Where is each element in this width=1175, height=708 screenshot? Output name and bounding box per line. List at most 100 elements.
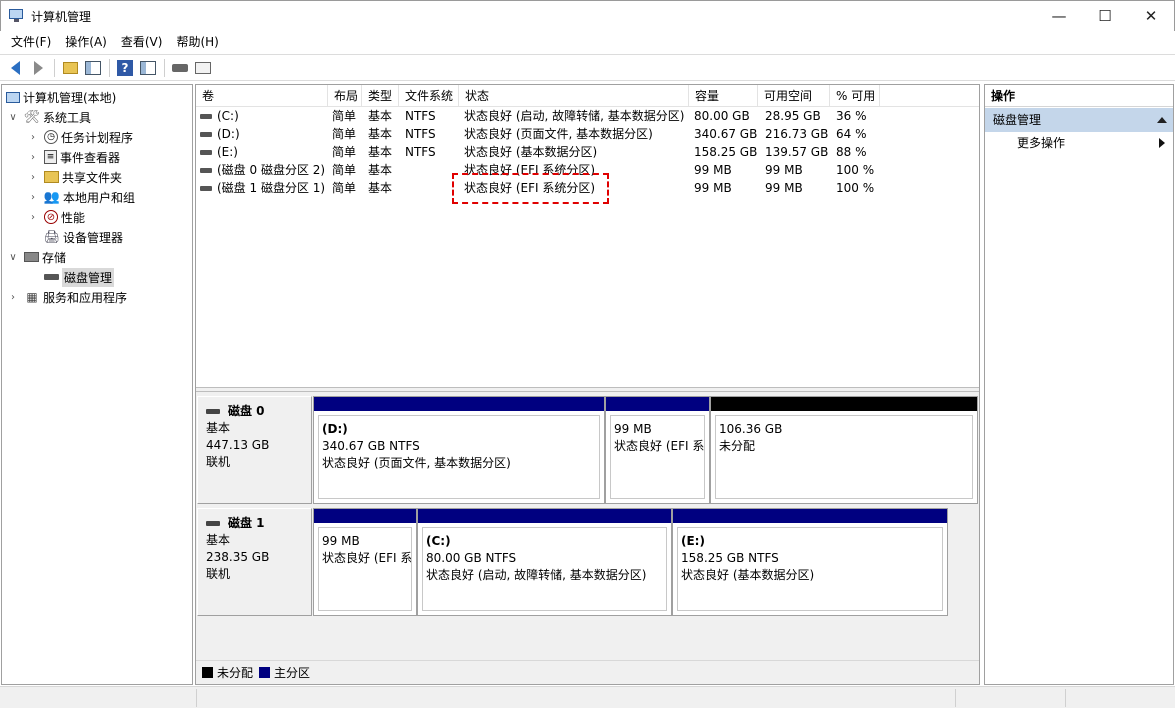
- partition-unallocated[interactable]: 106.36 GB 未分配: [710, 396, 978, 504]
- menu-file[interactable]: 文件(F): [4, 31, 58, 53]
- disk-graphical-view: 磁盘 0 基本 447.13 GB 联机 (D:) 340.67 GB NTFS…: [196, 392, 979, 684]
- disk-icon: [206, 521, 220, 526]
- tree-item-shared-folders[interactable]: › 共享文件夹: [28, 167, 122, 187]
- partition-efi-disk1[interactable]: 99 MB 状态良好 (EFI 系: [313, 508, 417, 616]
- partition-size: 340.67 GB NTFS: [322, 439, 420, 453]
- chevron-down-icon[interactable]: ∨: [8, 252, 18, 263]
- tree-item-label: 本地用户和组: [63, 190, 136, 205]
- table-row[interactable]: (C:) 简单 基本 NTFS 状态良好 (启动, 故障转储, 基本数据分区) …: [196, 107, 979, 125]
- tree-item-system-tools[interactable]: ∨ 🛠 系统工具: [8, 107, 91, 127]
- layout-cell: 简单: [332, 109, 357, 123]
- capacity-cell: 99 MB: [694, 163, 732, 177]
- menu-view[interactable]: 查看(V): [114, 31, 170, 53]
- layout-cell: 简单: [332, 127, 357, 141]
- help-button[interactable]: ?: [114, 57, 136, 79]
- column-type[interactable]: 类型: [362, 85, 399, 107]
- menu-action[interactable]: 操作(A): [58, 31, 114, 53]
- collapse-icon[interactable]: [1157, 117, 1167, 123]
- tree-item-device-manager[interactable]: 🖨 设备管理器: [28, 227, 123, 247]
- maximize-button[interactable]: ☐: [1082, 1, 1128, 31]
- partition-c[interactable]: (C:) 80.00 GB NTFS 状态良好 (启动, 故障转储, 基本数据分…: [417, 508, 672, 616]
- highlight-annotation: [452, 173, 609, 204]
- column-status[interactable]: 状态: [459, 85, 689, 107]
- table-row[interactable]: (E:) 简单 基本 NTFS 状态良好 (基本数据分区) 158.25 GB …: [196, 143, 979, 161]
- users-icon: 👥: [43, 189, 61, 205]
- free-space-cell: 28.95 GB: [765, 109, 821, 123]
- capacity-cell: 158.25 GB: [694, 145, 758, 159]
- tree-item-disk-management[interactable]: 磁盘管理: [28, 267, 115, 287]
- disk-0-label[interactable]: 磁盘 0 基本 447.13 GB 联机: [197, 396, 312, 504]
- tree-item-local-users-groups[interactable]: › 👥 本地用户和组: [28, 187, 135, 207]
- status-segment: [196, 689, 197, 707]
- help-icon: ?: [117, 59, 133, 76]
- partition-color-bar: [314, 397, 604, 411]
- tree-item-storage[interactable]: ∨ 存储: [8, 247, 66, 267]
- partition-size: 99 MB: [614, 422, 652, 436]
- column-volume[interactable]: 卷: [196, 85, 328, 107]
- disk-icon: [44, 274, 59, 280]
- folder-up-icon: [62, 61, 78, 74]
- chevron-right-icon[interactable]: ›: [28, 212, 38, 223]
- volume-name: (E:): [217, 145, 238, 159]
- show-hide-action-pane-button[interactable]: [137, 57, 159, 79]
- tree-item-services-apps[interactable]: › ▦ 服务和应用程序: [8, 287, 127, 307]
- column-percent-free[interactable]: % 可用: [830, 85, 880, 107]
- percent-free-cell: 36 %: [836, 109, 867, 123]
- performance-icon: ⊘: [44, 210, 58, 224]
- back-button[interactable]: [4, 57, 26, 79]
- legend-label: 未分配: [217, 666, 254, 680]
- tree-item-task-scheduler[interactable]: › ◷ 任务计划程序: [28, 127, 133, 147]
- action-pane-icon: [140, 60, 156, 75]
- more-actions-item[interactable]: 更多操作: [985, 132, 1173, 154]
- menu-help[interactable]: 帮助(H): [169, 31, 225, 53]
- volume-cell: (C:): [200, 107, 328, 125]
- submenu-arrow-icon: [1159, 138, 1165, 148]
- properties-button[interactable]: [192, 57, 214, 79]
- up-level-button[interactable]: [59, 57, 81, 79]
- tree-item-computer-management[interactable]: 计算机管理(本地): [6, 87, 116, 107]
- chevron-right-icon[interactable]: ›: [28, 152, 38, 163]
- disk-1-label[interactable]: 磁盘 1 基本 238.35 GB 联机: [197, 508, 312, 616]
- show-hide-tree-button[interactable]: [82, 57, 104, 79]
- actions-section-disk-management[interactable]: 磁盘管理: [985, 108, 1173, 132]
- percent-free-cell: 88 %: [836, 145, 867, 159]
- column-capacity[interactable]: 容量: [689, 85, 758, 107]
- tree-item-performance[interactable]: › ⊘ 性能: [28, 207, 85, 227]
- free-space-cell: 99 MB: [765, 163, 803, 177]
- tree-item-event-viewer[interactable]: › ≡ 事件查看器: [28, 147, 120, 167]
- column-layout[interactable]: 布局: [328, 85, 362, 107]
- device-manager-icon: 🖨: [43, 229, 61, 245]
- partition-d[interactable]: (D:) 340.67 GB NTFS 状态良好 (页面文件, 基本数据分区): [313, 396, 605, 504]
- filesystem-cell: NTFS: [405, 127, 436, 141]
- minimize-button[interactable]: —: [1036, 1, 1082, 31]
- close-button[interactable]: ✕: [1128, 1, 1174, 31]
- layout-cell: 简单: [332, 181, 357, 195]
- tree-item-label: 共享文件夹: [62, 170, 123, 185]
- tree-item-label: 性能: [61, 210, 86, 225]
- disk-icon: [206, 409, 220, 414]
- forward-button[interactable]: [27, 57, 49, 79]
- chevron-right-icon[interactable]: ›: [28, 172, 38, 183]
- chevron-right-icon[interactable]: ›: [28, 192, 38, 203]
- chevron-right-icon[interactable]: ›: [8, 292, 18, 303]
- table-row[interactable]: (D:) 简单 基本 NTFS 状态良好 (页面文件, 基本数据分区) 340.…: [196, 125, 979, 143]
- tree-item-label: 磁盘管理: [62, 267, 115, 287]
- disk-type: 基本: [206, 533, 231, 547]
- disk-name: 磁盘 0: [206, 403, 303, 420]
- partition-e[interactable]: (E:) 158.25 GB NTFS 状态良好 (基本数据分区): [672, 508, 948, 616]
- free-space-cell: 216.73 GB: [765, 127, 829, 141]
- volume-name: (D:): [217, 127, 240, 141]
- partition-efi-disk0[interactable]: 99 MB 状态良好 (EFI 系: [605, 396, 710, 504]
- drive-icon: [172, 63, 188, 72]
- chevron-down-icon[interactable]: ∨: [8, 112, 18, 123]
- column-free-space[interactable]: 可用空间: [758, 85, 830, 107]
- connect-drive-button[interactable]: [169, 57, 191, 79]
- partition-name: (D:): [322, 422, 348, 436]
- column-filesystem[interactable]: 文件系统: [399, 85, 459, 107]
- partition-status: 未分配: [719, 439, 756, 453]
- disk-name-text: 磁盘 0: [228, 404, 265, 418]
- volume-icon: [200, 132, 212, 137]
- chevron-right-icon[interactable]: ›: [28, 132, 38, 143]
- status-segment: [1065, 689, 1066, 707]
- partition-name: (C:): [426, 534, 451, 548]
